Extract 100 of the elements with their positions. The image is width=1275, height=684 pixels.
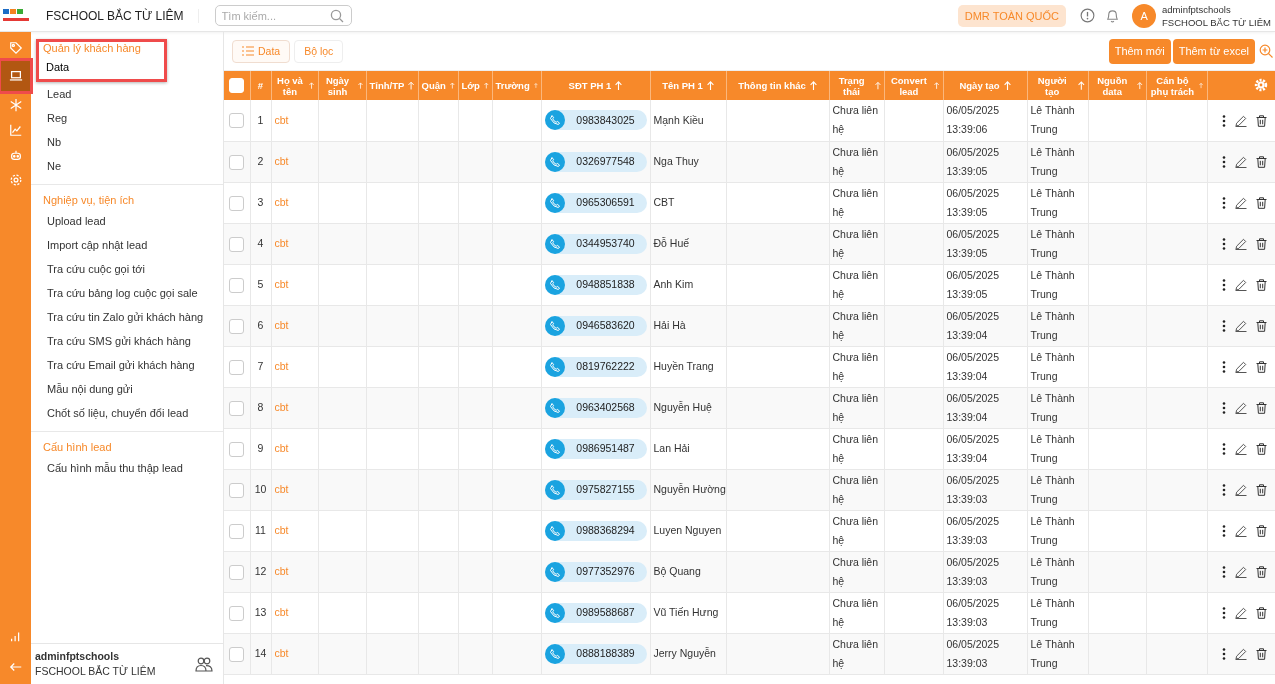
row-checkbox[interactable] [229,400,245,416]
users-icon[interactable] [195,656,213,672]
delete-icon[interactable] [1256,566,1267,579]
user-avatar[interactable]: A [1132,3,1157,28]
name-link[interactable]: cbt [274,524,289,536]
sidebar-item[interactable]: Tra cứu SMS gửi khách hàng [31,329,207,353]
phone-pill[interactable]: 0986951487 [544,438,647,459]
column-header[interactable]: # [250,71,271,100]
sidebar-item[interactable]: Cấu hình mẫu thu thập lead [31,456,199,480]
row-checkbox[interactable] [229,523,245,539]
delete-icon[interactable] [1256,238,1267,251]
edit-icon[interactable] [1235,114,1247,127]
row-checkbox[interactable] [229,277,245,293]
row-checkbox[interactable] [229,113,245,129]
name-link[interactable]: cbt [274,647,289,659]
column-header[interactable]: Convert lead [884,71,943,100]
edit-icon[interactable] [1235,156,1247,169]
more-icon[interactable] [1222,566,1226,579]
sidebar-item[interactable]: Tra cứu cuộc gọi tới [31,257,161,281]
name-link[interactable]: cbt [274,113,289,126]
phone-pill[interactable]: 0948851838 [544,274,647,295]
delete-icon[interactable] [1256,320,1267,333]
name-link[interactable]: cbt [274,565,289,577]
row-checkbox[interactable] [229,441,245,457]
phone-pill[interactable]: 0988368294 [544,520,647,541]
sidebar-item[interactable]: Lead [31,82,88,106]
info-icon[interactable] [1080,8,1096,23]
row-checkbox[interactable] [229,646,245,662]
phone-pill[interactable]: 0975827155 [544,479,647,500]
phone-pill[interactable]: 0977352976 [544,561,647,582]
edit-icon[interactable] [1235,320,1247,333]
more-icon[interactable] [1222,156,1226,169]
row-checkbox[interactable] [229,236,245,252]
phone-pill[interactable]: 0326977548 [544,151,647,172]
more-icon[interactable] [1222,402,1226,415]
column-header[interactable]: Ngày sinh [318,71,366,100]
delete-icon[interactable] [1256,525,1267,538]
name-link[interactable]: cbt [274,196,289,208]
more-icon[interactable] [1222,279,1226,292]
row-checkbox[interactable] [229,154,245,170]
data-tab[interactable]: Data [232,39,291,63]
edit-icon[interactable] [1235,607,1247,620]
column-header[interactable]: Tỉnh/TP [366,71,418,100]
sidebar-item[interactable]: Mẫu nội dung gửi [31,377,149,401]
column-header[interactable]: Trường [492,71,541,100]
name-link[interactable]: cbt [274,319,289,331]
sidebar-item[interactable]: Tra cứu Email gửi khách hàng [31,353,211,377]
column-header[interactable]: Thông tin khác [726,71,829,100]
edit-icon[interactable] [1235,279,1247,292]
add-button[interactable]: Thêm từ excel [1172,38,1255,64]
column-header[interactable]: Lớp [458,71,492,100]
row-checkbox[interactable] [229,195,245,211]
sidebar-item[interactable]: Tra cứu tin Zalo gửi khách hàng [31,305,220,329]
edit-icon[interactable] [1235,525,1247,538]
delete-icon[interactable] [1256,361,1267,374]
more-icon[interactable] [1222,320,1226,333]
delete-icon[interactable] [1256,402,1267,415]
phone-pill[interactable]: 0888188389 [544,643,647,664]
column-header[interactable]: SĐT PH 1 [541,71,650,100]
column-header[interactable]: Người tạo [1027,71,1088,100]
delete-icon[interactable] [1256,279,1267,292]
sidebar-item[interactable]: Import cập nhật lead [31,233,164,257]
sidebar-item[interactable]: Nb [31,130,78,154]
more-icon[interactable] [1222,197,1226,210]
delete-icon[interactable] [1256,484,1267,497]
name-link[interactable]: cbt [274,278,289,290]
more-icon[interactable] [1222,114,1226,127]
edit-icon[interactable] [1235,361,1247,374]
column-header[interactable]: Nguồn data [1088,71,1146,100]
name-link[interactable]: cbt [274,237,289,249]
row-checkbox[interactable] [229,359,245,375]
phone-pill[interactable]: 0965306591 [544,192,647,213]
column-header[interactable]: Cán bộ phụ trách [1146,71,1207,100]
delete-icon[interactable] [1256,607,1267,620]
more-icon[interactable] [1222,361,1226,374]
edit-icon[interactable] [1235,566,1247,579]
more-icon[interactable] [1222,607,1226,620]
name-link[interactable]: cbt [274,401,289,413]
phone-pill[interactable]: 0983843025 [544,110,647,131]
edit-icon[interactable] [1235,648,1247,661]
phone-pill[interactable]: 0819762222 [544,356,647,377]
phone-pill[interactable]: 0963402568 [544,397,647,418]
delete-icon[interactable] [1256,156,1267,169]
scope-badge[interactable]: DMR TOÀN QUỐC [957,4,1067,27]
edit-icon[interactable] [1235,443,1247,456]
search-field[interactable]: Tìm kiếm... [214,5,352,26]
filter-tab[interactable]: Bộ lọc [294,39,344,63]
row-checkbox[interactable] [229,605,245,621]
sidebar-item[interactable]: Tra cứu bảng log cuộc gọi sale [31,281,214,305]
name-link[interactable]: cbt [274,483,289,495]
name-link[interactable]: cbt [274,360,289,372]
column-header[interactable]: Họ và tên [271,71,318,100]
more-icon[interactable] [1222,238,1226,251]
edit-icon[interactable] [1235,402,1247,415]
name-link[interactable]: cbt [274,155,289,167]
phone-pill[interactable]: 0946583620 [544,315,647,336]
phone-pill[interactable]: 0989588687 [544,602,647,623]
row-checkbox[interactable] [229,318,245,334]
edit-icon[interactable] [1235,238,1247,251]
delete-icon[interactable] [1256,443,1267,456]
